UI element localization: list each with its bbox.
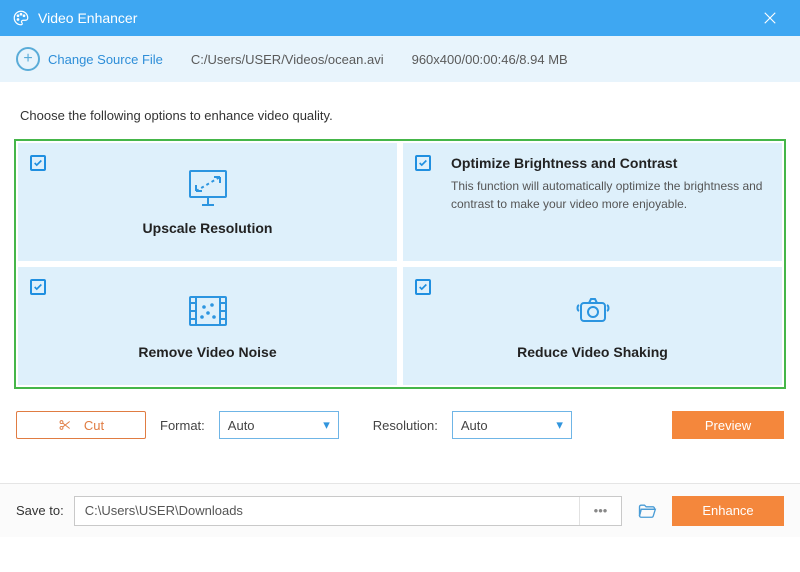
checkbox-shake[interactable] <box>415 279 431 295</box>
monitor-expand-icon <box>183 166 233 208</box>
info-bar: + Change Source File C:/Users/USER/Video… <box>0 36 800 82</box>
app-palette-icon <box>12 9 30 27</box>
resolution-value: Auto <box>461 418 488 433</box>
format-label: Format: <box>160 418 205 433</box>
checkbox-upscale[interactable] <box>30 155 46 171</box>
chevron-down-icon: ▾ <box>556 417 563 433</box>
option-noise-title: Remove Video Noise <box>138 344 276 360</box>
option-shake[interactable]: Reduce Video Shaking <box>403 267 782 385</box>
save-path-group: ••• <box>74 496 622 526</box>
filmstrip-icon <box>183 290 233 332</box>
option-optimize[interactable]: Optimize Brightness and Contrast This fu… <box>403 143 782 261</box>
controls-row: Cut Format: Auto ▾ Resolution: Auto ▾ Pr… <box>0 389 800 465</box>
titlebar: Video Enhancer <box>0 0 800 36</box>
preview-button[interactable]: Preview <box>672 411 784 439</box>
save-path-input[interactable] <box>75 497 579 525</box>
option-upscale[interactable]: Upscale Resolution <box>18 143 397 261</box>
cut-label: Cut <box>84 418 104 433</box>
browse-button[interactable]: ••• <box>579 497 621 525</box>
open-folder-button[interactable] <box>632 496 662 526</box>
source-path: C:/Users/USER/Videos/ocean.avi <box>191 52 384 67</box>
close-button[interactable] <box>752 0 788 36</box>
ellipsis-icon: ••• <box>594 503 608 518</box>
resolution-select[interactable]: Auto ▾ <box>452 411 572 439</box>
save-row: Save to: ••• Enhance <box>0 483 800 537</box>
option-optimize-desc: This function will automatically optimiz… <box>451 177 764 213</box>
chevron-down-icon: ▾ <box>323 417 330 433</box>
change-source-label: Change Source File <box>48 52 163 67</box>
cut-button[interactable]: Cut <box>16 411 146 439</box>
app-title: Video Enhancer <box>38 10 752 26</box>
enhance-button[interactable]: Enhance <box>672 496 784 526</box>
checkbox-noise[interactable] <box>30 279 46 295</box>
resolution-label: Resolution: <box>373 418 438 433</box>
option-optimize-title: Optimize Brightness and Contrast <box>451 155 764 171</box>
option-upscale-title: Upscale Resolution <box>143 220 273 236</box>
format-select[interactable]: Auto ▾ <box>219 411 339 439</box>
source-meta: 960x400/00:00:46/8.94 MB <box>412 52 568 67</box>
instruction-text: Choose the following options to enhance … <box>0 82 800 139</box>
change-source-button[interactable]: + Change Source File <box>16 47 163 71</box>
scissors-icon <box>58 418 72 432</box>
camera-shake-icon <box>568 290 618 332</box>
checkbox-optimize[interactable] <box>415 155 431 171</box>
save-to-label: Save to: <box>16 503 64 518</box>
format-value: Auto <box>228 418 255 433</box>
plus-circle-icon: + <box>16 47 40 71</box>
option-noise[interactable]: Remove Video Noise <box>18 267 397 385</box>
option-shake-title: Reduce Video Shaking <box>517 344 668 360</box>
close-icon <box>761 9 779 27</box>
folder-open-icon <box>637 501 657 521</box>
options-grid: Upscale Resolution Optimize Brightness a… <box>14 139 786 389</box>
